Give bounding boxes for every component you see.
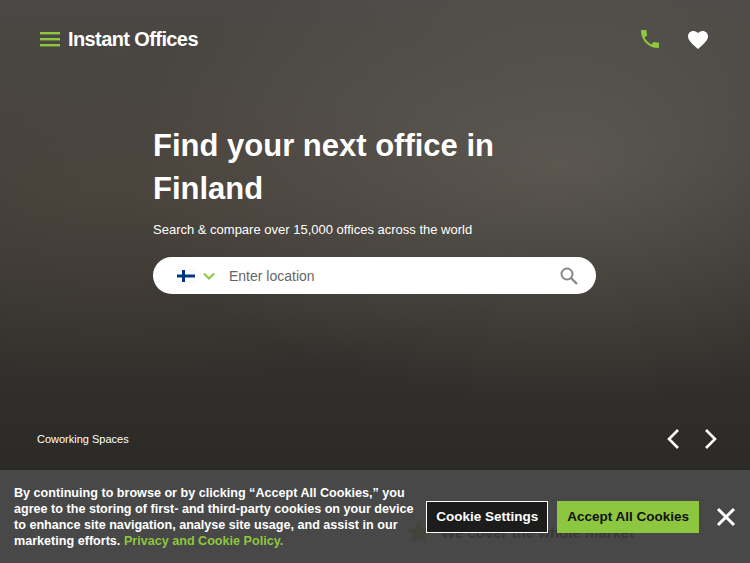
- phone-icon[interactable]: [638, 27, 662, 51]
- search-icon[interactable]: [560, 267, 578, 285]
- search-bar: [153, 257, 596, 294]
- page: Instant Offices Find your next office in …: [0, 0, 750, 563]
- arrow-left-icon[interactable]: [666, 428, 680, 450]
- privacy-link[interactable]: Privacy and Cookie Policy.: [124, 534, 283, 548]
- heart-icon[interactable]: [686, 28, 710, 50]
- cookie-text: By continuing to browse or by clicking “…: [14, 485, 419, 549]
- hero-content: Find your next office in Finland Search &…: [0, 54, 596, 294]
- logo[interactable]: Instant Offices: [68, 28, 198, 51]
- hero-title: Find your next office in Finland: [153, 124, 596, 210]
- arrow-right-icon[interactable]: [704, 428, 718, 450]
- header: Instant Offices: [0, 0, 750, 54]
- finland-flag-icon: [177, 270, 195, 282]
- chevron-down-icon: [203, 272, 215, 280]
- hero: Instant Offices Find your next office in …: [0, 0, 750, 470]
- close-icon[interactable]: [716, 507, 736, 527]
- menu-icon[interactable]: [40, 31, 60, 47]
- hero-footer: Coworking Spaces: [0, 428, 750, 470]
- cookie-banner: By continuing to browse or by clicking “…: [0, 470, 750, 563]
- country-select[interactable]: [177, 270, 215, 282]
- location-input[interactable]: [229, 260, 546, 292]
- cookie-settings-button[interactable]: Cookie Settings: [426, 501, 548, 533]
- hero-subtitle: Search & compare over 15,000 offices acr…: [153, 221, 596, 239]
- image-caption: Coworking Spaces: [37, 433, 129, 445]
- accept-cookies-button[interactable]: Accept All Cookies: [557, 501, 699, 533]
